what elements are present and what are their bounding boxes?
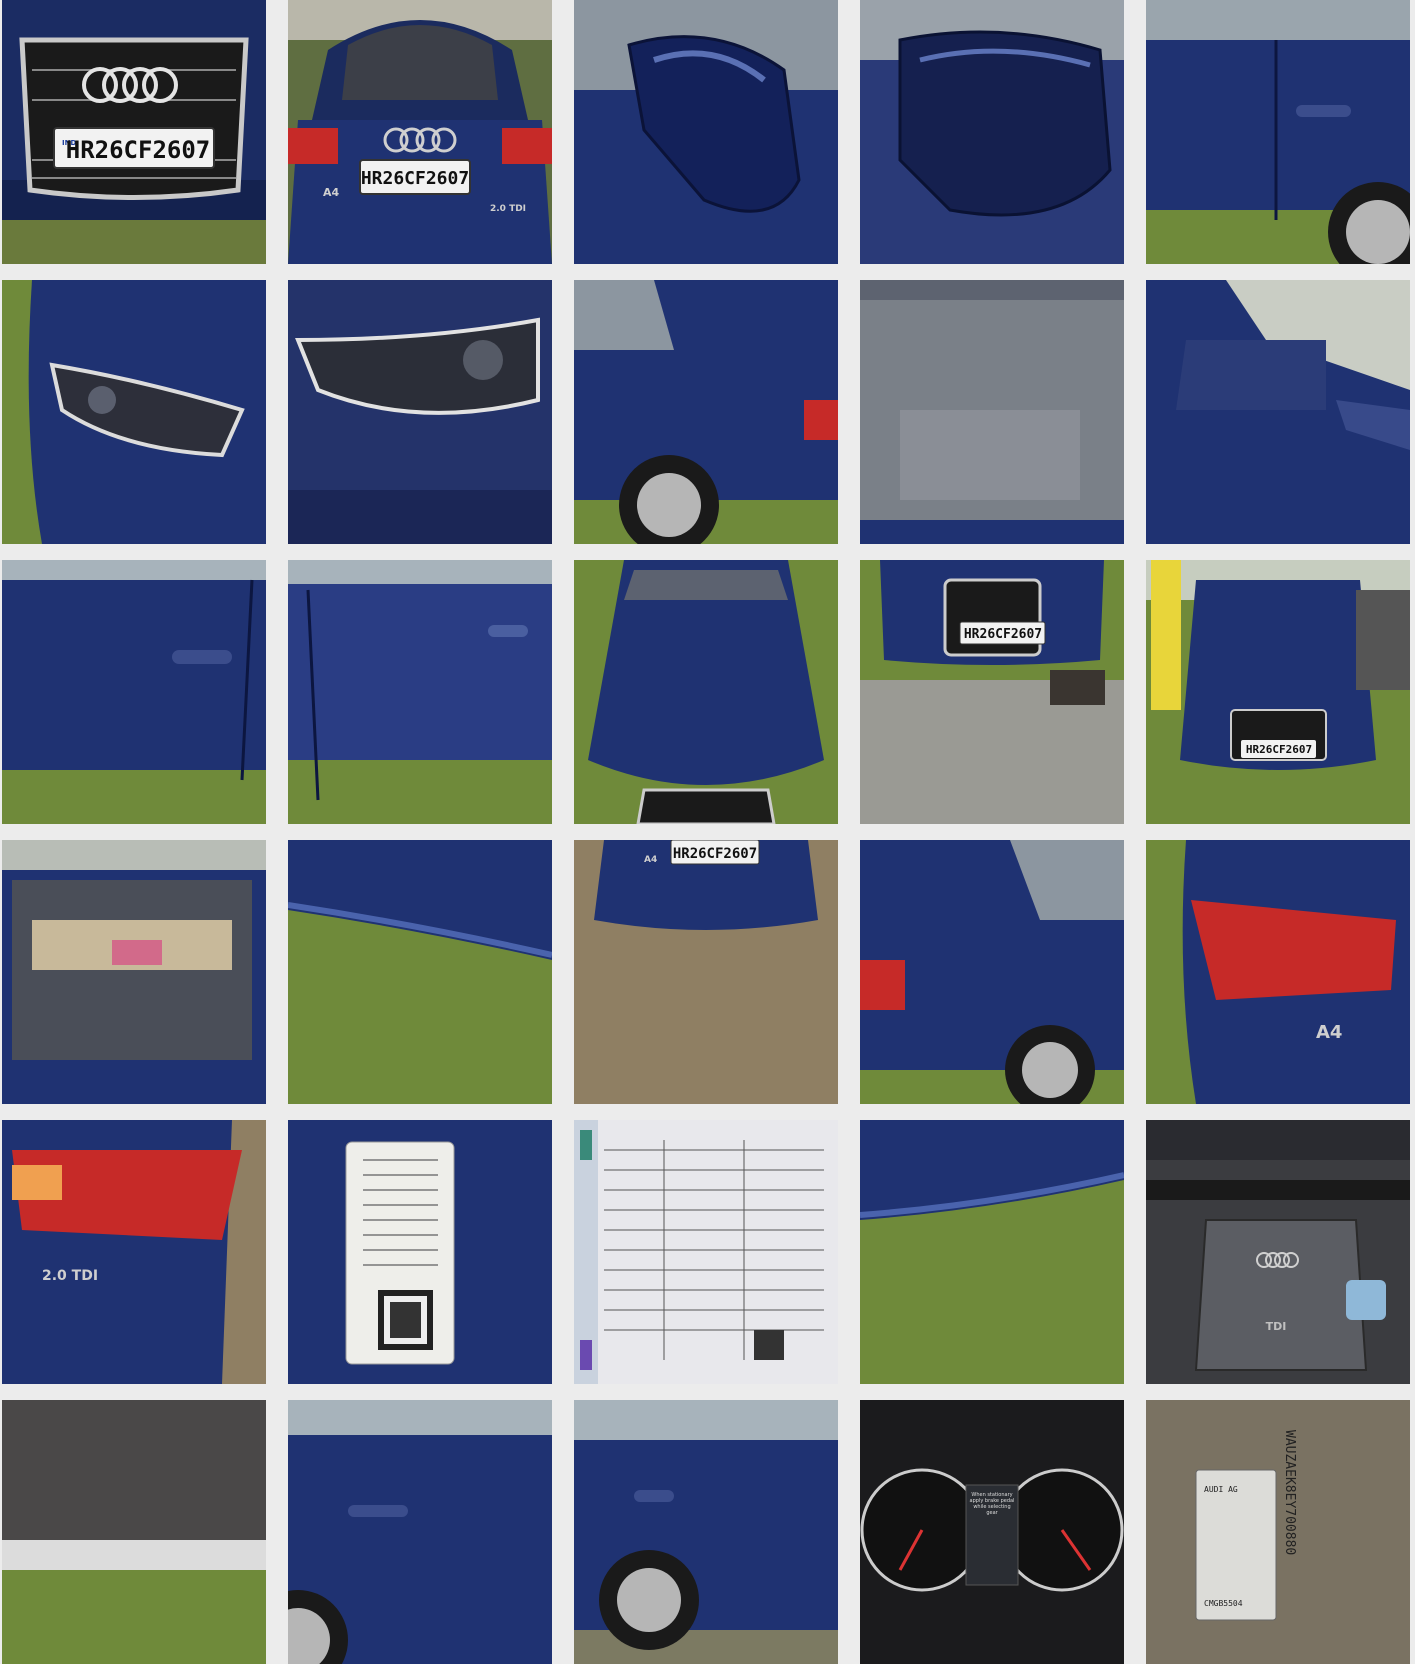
instrument-cluster-image: When stationary apply brake pedal while … [860,1400,1124,1664]
photo-underbody-side[interactable] [860,1120,1124,1384]
photo-registration-card[interactable] [288,1120,552,1384]
front-door-image [2,560,266,824]
rear-fender-image [860,840,1124,1104]
rear-view-image: HR26CF2607 A4 2.0 TDI [288,0,552,264]
label-maker: AUDI AG [1204,1485,1238,1494]
bumper-model-badge: A4 [644,855,657,865]
windshield-image [860,280,1124,544]
photo-taillight-left[interactable]: 2.0 TDI [2,1120,266,1384]
front-low-plate-text: HR26CF2607 [964,627,1042,642]
taillight-engine-badge: 2.0 TDI [42,1268,98,1284]
photo-underside[interactable] [2,1400,266,1664]
taillight-left-image: 2.0 TDI [2,1120,266,1384]
photo-windshield[interactable] [860,280,1124,544]
photo-front-grille-plate[interactable]: IND HR26CF2607 [2,0,266,264]
label-code: CMGB5504 [1204,1599,1243,1608]
rear-door-low-image [288,1400,552,1664]
photo-front-wide[interactable]: HR26CF2607 [1146,560,1410,824]
front-low-image: HR26CF2607 [860,560,1124,824]
photo-vin-plate[interactable]: WAUZAEK8EY700880 AUDI AG CMGB5504 [1146,1400,1410,1664]
front-door-image-2 [288,560,552,824]
side-skirt-image [288,840,552,1104]
photo-rear-window[interactable] [2,840,266,1104]
photo-front-door-left[interactable] [2,560,266,824]
document-image [574,1120,838,1384]
photo-rear-door[interactable] [1146,0,1410,264]
photo-rear-quarter[interactable] [574,280,838,544]
photo-gallery: IND HR26CF2607 HR26CF2607 A4 2.0 TDI HR2… [2,0,1410,1664]
rear-wheel-image [574,1400,838,1664]
vin-stamp: WAUZAEK8EY700880 [1282,1430,1297,1555]
rear-model-badge: A4 [323,186,340,199]
mirror-image [574,0,838,264]
rear-plate-text: HR26CF2607 [361,168,469,189]
headlight-image-2 [288,280,552,544]
registration-card-image [288,1120,552,1384]
photo-rear-fender[interactable] [860,840,1124,1104]
photo-instrument-cluster[interactable]: When stationary apply brake pedal while … [860,1400,1124,1664]
underside-image [2,1400,266,1664]
taillight-image: A4 [1146,840,1410,1104]
photo-side-skirt[interactable] [288,840,552,1104]
engine-cover-label: TDI [1266,1320,1287,1333]
photo-document[interactable] [574,1120,838,1384]
photo-engine-bay[interactable]: TDI [1146,1120,1410,1384]
photo-headlight-right[interactable] [288,280,552,544]
rear-engine-badge: 2.0 TDI [490,204,526,214]
vin-plate-image: WAUZAEK8EY700880 AUDI AG CMGB5504 [1146,1400,1410,1664]
photo-headlight-left[interactable] [2,280,266,544]
photo-rear-wheel[interactable] [574,1400,838,1664]
front-grille-image: IND HR26CF2607 [2,0,266,264]
photo-front-door-right[interactable] [288,560,552,824]
photo-mirror-right[interactable] [860,0,1124,264]
bumper-plate-text: HR26CF2607 [673,846,757,862]
hood-image [574,560,838,824]
plate-text: HR26CF2607 [66,136,211,164]
mirror-image-2 [860,0,1124,264]
engine-bay-image: TDI [1146,1120,1410,1384]
photo-front-low[interactable]: HR26CF2607 [860,560,1124,824]
photo-mirror-left[interactable] [574,0,838,264]
photo-rear-door-low[interactable] [288,1400,552,1664]
photo-rear-bumper[interactable]: HR26CF2607 A4 [574,840,838,1104]
roof-image [1146,280,1410,544]
front-wide-image: HR26CF2607 [1146,560,1410,824]
rear-quarter-image [574,280,838,544]
photo-rear-plate[interactable]: HR26CF2607 A4 2.0 TDI [288,0,552,264]
front-wide-plate-text: HR26CF2607 [1246,743,1312,756]
photo-taillight-right[interactable]: A4 [1146,840,1410,1104]
rear-window-image [2,840,266,1104]
taillight-model-badge: A4 [1316,1022,1342,1043]
rear-bumper-image: HR26CF2607 A4 [574,840,838,1104]
rear-door-image [1146,0,1410,264]
photo-roof[interactable] [1146,280,1410,544]
cluster-message: When stationary apply brake pedal while … [969,1492,1015,1516]
photo-hood[interactable] [574,560,838,824]
underbody-side-image [860,1120,1124,1384]
headlight-image [2,280,266,544]
